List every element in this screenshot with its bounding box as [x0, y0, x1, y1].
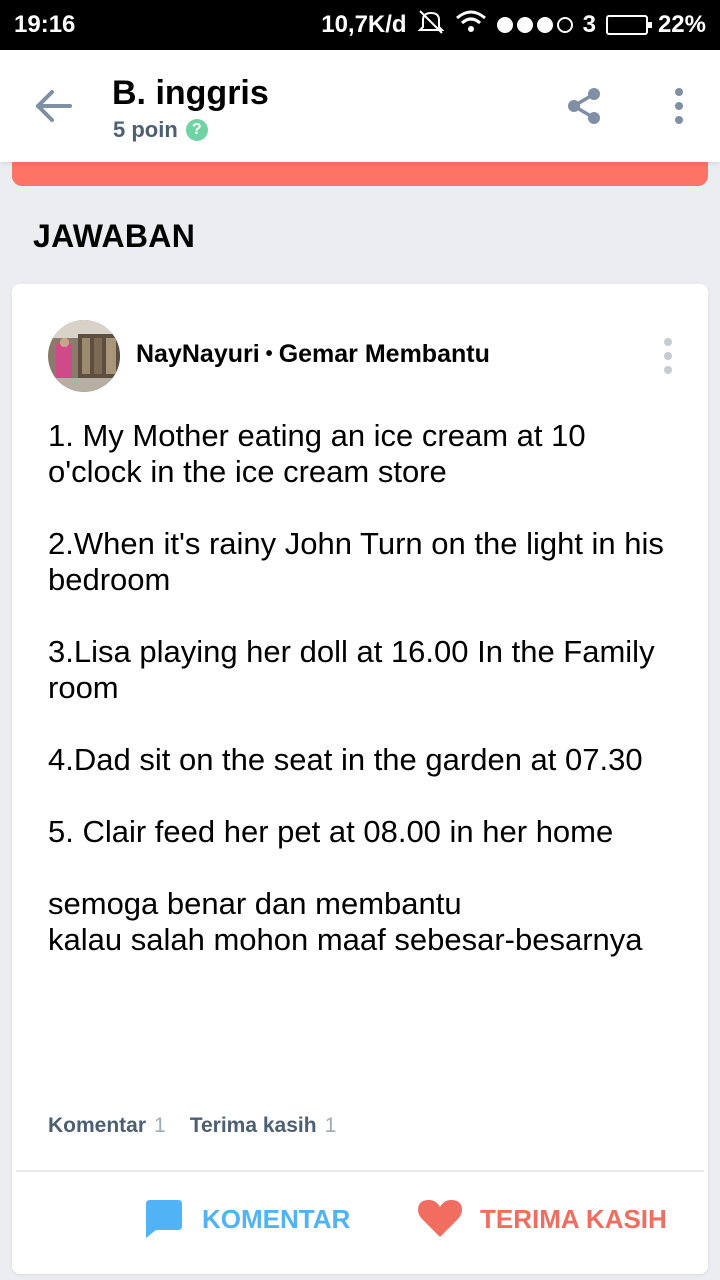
comment-button-label: KOMENTAR	[202, 1203, 351, 1234]
status-bar: 19:16 10,7K/d 3 22%	[0, 0, 720, 50]
thanks-button[interactable]: TERIMA KASIH	[418, 1194, 667, 1244]
thanks-button-label: TERIMA KASIH	[480, 1203, 667, 1234]
author-name[interactable]: NayNayuri	[136, 340, 260, 369]
share-icon	[568, 88, 600, 124]
signal-dots-icon	[496, 17, 573, 33]
terima-count: 1	[324, 1114, 337, 1137]
answer-card: NayNayuri • Gemar Membantu 1. My Mother …	[12, 284, 708, 1274]
points-label: 5 poin	[113, 117, 178, 142]
answer-paragraph: 1. My Mother eating an ice cream at 10 o…	[48, 418, 586, 489]
more-menu-button[interactable]	[664, 84, 694, 128]
comment-button[interactable]: KOMENTAR	[142, 1194, 350, 1244]
help-icon[interactable]: ?	[185, 119, 208, 141]
answer-stats: Komentar 1 Terima kasih 1	[48, 1114, 336, 1138]
battery-icon	[605, 15, 652, 35]
avatar[interactable]	[48, 320, 120, 392]
author-row: NayNayuri • Gemar Membantu	[136, 340, 490, 369]
komentar-stat[interactable]: Komentar 1	[48, 1114, 166, 1138]
terima-stat[interactable]: Terima kasih 1	[190, 1114, 337, 1138]
komentar-stat-label: Komentar	[48, 1114, 147, 1137]
mute-icon	[417, 9, 445, 42]
network-speed: 10,7K/d	[321, 11, 407, 38]
author-rank: Gemar Membantu	[278, 340, 490, 368]
answer-paragraph: 3.Lisa playing her doll at 16.00 In the …	[48, 634, 655, 705]
komentar-count: 1	[154, 1114, 166, 1137]
answer-paragraph: 4.Dad sit on the seat in the garden at 0…	[48, 742, 643, 777]
page-title: B. inggris	[112, 74, 269, 112]
status-right: 10,7K/d 3 22%	[321, 9, 706, 42]
answer-paragraph: semoga benar dan membantu kalau salah mo…	[48, 886, 643, 957]
points-row: 5 poin ?	[113, 117, 208, 143]
divider	[16, 1170, 704, 1172]
heart-icon	[418, 1200, 462, 1237]
back-button[interactable]	[32, 84, 76, 128]
comment-icon	[146, 1200, 182, 1238]
battery-percent: 22%	[657, 11, 706, 38]
author-separator: •	[265, 343, 273, 365]
answer-paragraph: 5. Clair feed her pet at 08.00 in her ho…	[48, 814, 614, 849]
more-vertical-icon	[664, 338, 672, 374]
section-title: JAWABAN	[33, 218, 196, 254]
terima-stat-label: Terima kasih	[189, 1114, 317, 1137]
wifi-icon	[455, 10, 487, 41]
status-time: 19:16	[14, 11, 76, 38]
back-arrow-icon	[36, 90, 72, 122]
more-vertical-icon	[675, 88, 683, 124]
sim-label: 3	[582, 11, 596, 38]
answer-text: 1. My Mother eating an ice cream at 10 o…	[48, 418, 678, 958]
app-header: B. inggris 5 poin ?	[0, 50, 720, 162]
answer-paragraph: 2.When it's rainy John Turn on the light…	[48, 526, 664, 597]
share-button[interactable]	[562, 84, 606, 128]
answer-menu-button[interactable]	[656, 336, 680, 376]
